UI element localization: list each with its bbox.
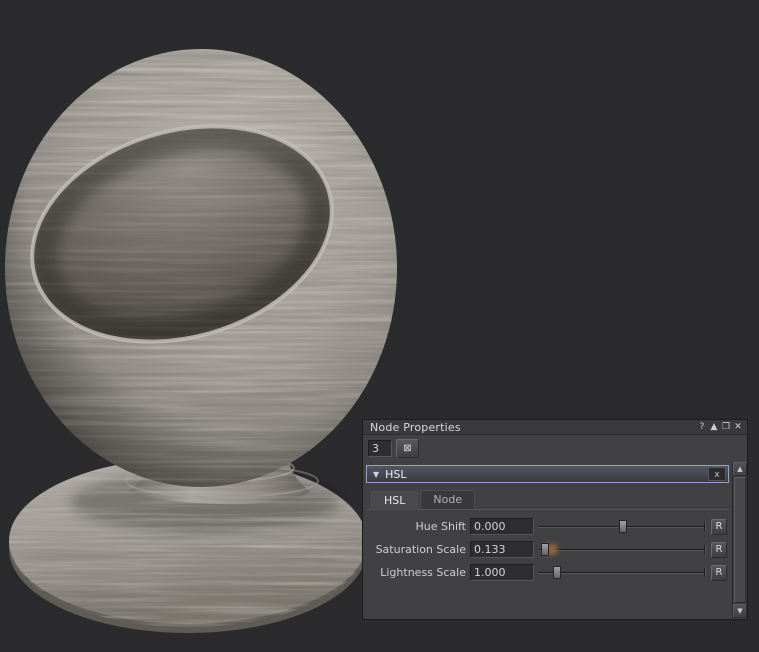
application-window: Node Properties ? ▲ ❐ ✕ ⊠ ▼ HSL x [0, 0, 759, 652]
param-row-saturation-scale: Saturation Scale R [366, 539, 729, 560]
slider-handle[interactable] [541, 543, 549, 556]
scroll-up-icon[interactable]: ▲ [733, 462, 747, 476]
scrollbar-thumb[interactable] [734, 477, 746, 603]
param-slider[interactable] [538, 564, 707, 581]
filter-button[interactable]: ⊠ [396, 439, 419, 458]
collapse-icon[interactable]: ▲ [708, 421, 720, 434]
param-row-hue-shift: Hue Shift R [366, 516, 729, 537]
float-icon[interactable]: ❐ [720, 421, 732, 434]
panel-titlebar[interactable]: Node Properties ? ▲ ❐ ✕ [363, 420, 747, 435]
reset-button[interactable]: R [711, 519, 727, 535]
node-header-label: HSL [385, 468, 406, 481]
param-label: Lightness Scale [366, 566, 466, 579]
parameter-rows: Hue Shift R Saturation Scale [366, 510, 729, 583]
node-properties-panel: Node Properties ? ▲ ❐ ✕ ⊠ ▼ HSL x [362, 419, 748, 620]
titlebar-buttons: ? ▲ ❐ ✕ [696, 421, 744, 434]
slider-track [538, 549, 705, 550]
param-value-field[interactable] [470, 541, 534, 558]
slider-track [538, 572, 705, 573]
param-label: Hue Shift [366, 520, 466, 533]
node-index-field[interactable] [368, 440, 392, 457]
tab-hsl[interactable]: HSL [371, 491, 418, 510]
param-slider[interactable] [538, 518, 707, 535]
reset-button[interactable]: R [711, 542, 727, 558]
reset-button[interactable]: R [711, 565, 727, 581]
tab-node[interactable]: Node [420, 490, 475, 509]
node-header-hsl[interactable]: ▼ HSL x [366, 465, 729, 483]
panel-toolbar: ⊠ [363, 435, 747, 462]
help-icon[interactable]: ? [696, 421, 708, 434]
collapse-arrow-icon[interactable]: ▼ [373, 470, 379, 479]
param-label: Saturation Scale [366, 543, 466, 556]
param-row-lightness-scale: Lightness Scale R [366, 562, 729, 583]
scroll-down-icon[interactable]: ▼ [733, 604, 747, 618]
param-value-field[interactable] [470, 518, 534, 535]
slider-handle[interactable] [553, 566, 561, 579]
param-value-field[interactable] [470, 564, 534, 581]
panel-content: ▼ HSL x HSL Node Hue Shift [363, 462, 732, 618]
filter-icon: ⊠ [403, 443, 411, 454]
param-slider[interactable] [538, 541, 707, 558]
close-icon[interactable]: ✕ [732, 421, 744, 434]
slider-handle[interactable] [619, 520, 627, 533]
tab-bar: HSL Node [366, 490, 729, 510]
panel-scrollbar[interactable]: ▲ ▼ [732, 462, 747, 618]
node-remove-button[interactable]: x [708, 467, 726, 481]
panel-title: Node Properties [370, 421, 461, 434]
